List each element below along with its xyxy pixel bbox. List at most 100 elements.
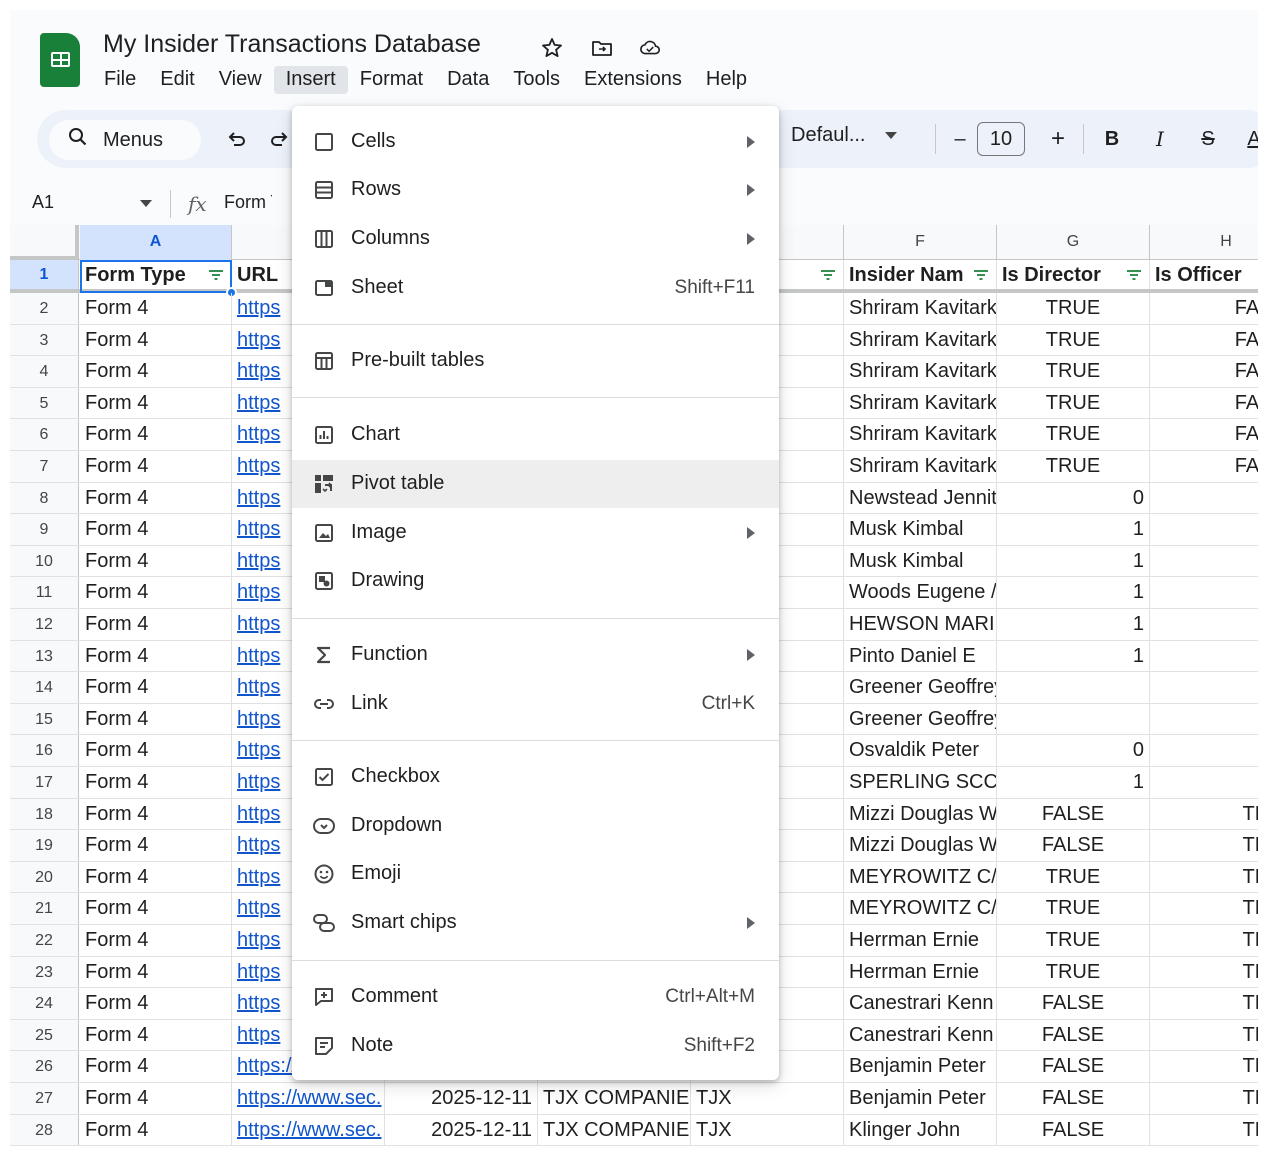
- cell-issuer[interactable]: TJX COMPANIE: [538, 1083, 691, 1114]
- cell-is-director[interactable]: [997, 672, 1150, 703]
- cell-form-type[interactable]: Form 4: [80, 293, 232, 324]
- row-number[interactable]: 28: [10, 1114, 79, 1146]
- filter-icon[interactable]: [820, 269, 836, 281]
- cell-date[interactable]: 2025-12-11: [385, 1083, 538, 1114]
- cell-insider-name[interactable]: Herrman Ernie: [844, 956, 997, 988]
- cell-is-director[interactable]: TRUE: [997, 419, 1150, 450]
- cell-insider-name[interactable]: Shriram Kavitark: [844, 356, 997, 387]
- name-box[interactable]: A1: [32, 192, 54, 213]
- column-header-f[interactable]: F: [844, 225, 997, 260]
- cell-form-type[interactable]: Form 4: [80, 988, 232, 1019]
- cell-form-type[interactable]: Form 4: [80, 451, 232, 482]
- sheets-logo-icon[interactable]: [40, 33, 80, 87]
- menu-item-note[interactable]: Note Shift+F2: [292, 1022, 779, 1070]
- menu-item-chart[interactable]: Chart: [292, 411, 779, 459]
- cell-symbol[interactable]: TJX: [691, 1083, 844, 1114]
- cell-is-director[interactable]: 1: [997, 767, 1150, 798]
- cell-is-officer[interactable]: TRUE: [1150, 957, 1258, 988]
- cell-form-type[interactable]: Form 4: [80, 1019, 232, 1051]
- menu-file[interactable]: File: [92, 66, 148, 94]
- column-header-h[interactable]: H: [1150, 225, 1258, 260]
- menu-item-function[interactable]: Function: [292, 631, 779, 679]
- cell-is-officer[interactable]: [1150, 672, 1258, 703]
- cell-insider-name[interactable]: Newstead Jennit: [844, 482, 997, 514]
- cell-insider-name[interactable]: Shriram Kavitark: [844, 419, 997, 450]
- cell-insider-name[interactable]: Shriram Kavitark: [844, 293, 997, 324]
- cell-insider-name[interactable]: Woods Eugene /: [844, 577, 997, 608]
- cell-is-director[interactable]: 0: [997, 482, 1150, 514]
- cell-date[interactable]: 2025-12-11: [385, 1114, 538, 1146]
- cell-is-officer[interactable]: FALSE: [1150, 388, 1258, 419]
- strikethrough-button[interactable]: S: [1195, 126, 1221, 152]
- row-number[interactable]: 10: [10, 545, 79, 577]
- cell-form-type[interactable]: Form 4: [80, 798, 232, 830]
- cell-is-officer[interactable]: FALSE: [1150, 419, 1258, 450]
- menu-help[interactable]: Help: [694, 66, 759, 94]
- cell-insider-name[interactable]: Klinger John: [844, 1114, 997, 1146]
- cell-is-officer[interactable]: TRUE: [1150, 1083, 1258, 1114]
- menu-insert[interactable]: Insert: [273, 66, 348, 94]
- cell-is-director[interactable]: FALSE: [997, 1114, 1150, 1146]
- cell-is-director[interactable]: 0: [997, 735, 1150, 766]
- row-number[interactable]: 15: [10, 703, 79, 735]
- cell-insider-name[interactable]: MEYROWITZ C/: [844, 861, 997, 893]
- select-all-corner[interactable]: [10, 225, 79, 260]
- cell-is-officer[interactable]: FALSE: [1150, 356, 1258, 387]
- row-number[interactable]: 14: [10, 672, 79, 703]
- menu-item-cells[interactable]: Cells: [292, 118, 779, 166]
- menus-search-button[interactable]: Menus: [49, 120, 201, 160]
- cell-is-director[interactable]: TRUE: [997, 293, 1150, 324]
- cell-form-type[interactable]: Form 4: [80, 609, 232, 640]
- row-number[interactable]: 12: [10, 609, 79, 640]
- row-number[interactable]: 25: [10, 1019, 79, 1051]
- cell-is-officer[interactable]: TRUE: [1150, 1020, 1258, 1051]
- cell-is-director[interactable]: [997, 703, 1150, 735]
- column-header-a[interactable]: A: [80, 225, 232, 260]
- formula-input[interactable]: Form Type: [224, 192, 272, 213]
- cell-is-officer[interactable]: [1150, 577, 1258, 608]
- cell-is-director[interactable]: TRUE: [997, 956, 1150, 988]
- menu-extensions[interactable]: Extensions: [572, 66, 694, 94]
- cell-is-director[interactable]: FALSE: [997, 1083, 1150, 1114]
- cell-is-officer[interactable]: [1150, 483, 1258, 514]
- cell-form-type[interactable]: Form 4: [80, 1114, 232, 1146]
- row-number[interactable]: 22: [10, 925, 79, 956]
- cell-form-type[interactable]: Form 4: [80, 419, 232, 450]
- text-color-button[interactable]: A: [1241, 126, 1258, 152]
- menu-tools[interactable]: Tools: [501, 66, 572, 94]
- cell-insider-name[interactable]: Greener Geoffrey S: [844, 672, 997, 703]
- undo-icon[interactable]: [223, 126, 249, 152]
- cell-is-director[interactable]: FALSE: [997, 988, 1150, 1019]
- menu-item-drawing[interactable]: Drawing: [292, 557, 779, 605]
- cell-form-type[interactable]: Form 4: [80, 387, 232, 419]
- filter-icon[interactable]: [1126, 269, 1142, 281]
- cell-form-type[interactable]: Form 4: [80, 672, 232, 703]
- cell-is-director[interactable]: TRUE: [997, 356, 1150, 387]
- menu-item-smart-chips[interactable]: Smart chips: [292, 899, 779, 947]
- cell-insider-name[interactable]: Benjamin Peter: [844, 1051, 997, 1082]
- cell-is-director[interactable]: TRUE: [997, 893, 1150, 924]
- cell-is-officer[interactable]: [1150, 546, 1258, 577]
- row-number[interactable]: 20: [10, 861, 79, 893]
- cell-form-type[interactable]: Form 4: [80, 1083, 232, 1114]
- cell-is-officer[interactable]: FALSE: [1150, 325, 1258, 356]
- cell-is-director[interactable]: FALSE: [997, 830, 1150, 861]
- row-number[interactable]: 11: [10, 577, 79, 608]
- cell-is-officer[interactable]: TRUE: [1150, 830, 1258, 861]
- cell-form-type[interactable]: Form 4: [80, 861, 232, 893]
- cell-insider-name[interactable]: Osvaldik Peter: [844, 735, 997, 766]
- row-number[interactable]: 1: [10, 260, 79, 289]
- cell-is-officer[interactable]: [1150, 767, 1258, 798]
- menu-view[interactable]: View: [207, 66, 274, 94]
- cell-form-type[interactable]: Form 4: [80, 1051, 232, 1082]
- cell-is-officer[interactable]: [1150, 735, 1258, 766]
- cell-is-officer[interactable]: TRUE: [1150, 1051, 1258, 1082]
- cell-symbol[interactable]: TJX: [691, 1114, 844, 1146]
- cell-insider-name[interactable]: Shriram Kavitark: [844, 324, 997, 356]
- cell-url[interactable]: https://www.sec.: [232, 1114, 385, 1146]
- menu-item-sheet[interactable]: Sheet Shift+F11: [292, 264, 779, 312]
- move-folder-icon[interactable]: [590, 36, 614, 60]
- cell-is-director[interactable]: FALSE: [997, 1051, 1150, 1082]
- cell-form-type[interactable]: Form 4: [80, 514, 232, 545]
- menu-item-rows[interactable]: Rows: [292, 166, 779, 214]
